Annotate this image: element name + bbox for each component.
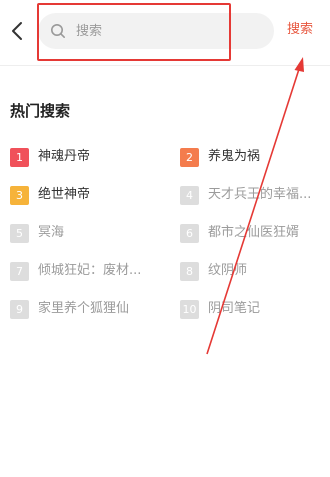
search-box[interactable]: [38, 13, 274, 49]
hot-search-item[interactable]: 7 倾城狂妃：废材...: [10, 260, 141, 282]
back-icon[interactable]: [8, 20, 26, 42]
hot-search-item[interactable]: 2 养鬼为祸: [180, 146, 260, 168]
rank-badge: 10: [180, 299, 199, 319]
hot-search-item[interactable]: 10 阴司笔记: [180, 298, 260, 320]
rank-badge: 8: [180, 261, 199, 281]
hot-search-term: 绝世神帝: [38, 187, 91, 202]
rank-badge: 9: [10, 299, 29, 319]
hot-search-term: 倾城狂妃：废材...: [38, 263, 142, 278]
hot-search-item[interactable]: 1 神魂丹帝: [10, 146, 90, 168]
hot-search-term: 都市之仙医狂婿: [208, 225, 300, 240]
hot-search-title: 热门搜索: [10, 102, 71, 120]
hot-search-item[interactable]: 9 家里养个狐狸仙: [10, 298, 129, 320]
hot-search-term: 神魂丹帝: [38, 149, 91, 164]
hot-search-item[interactable]: 5 冥海: [10, 222, 64, 244]
rank-badge: 7: [10, 261, 29, 281]
hot-search-term: 天才兵王的幸福...: [208, 187, 312, 202]
rank-badge: 4: [180, 185, 199, 205]
hot-search-term: 家里养个狐狸仙: [38, 301, 130, 316]
search-input[interactable]: [76, 19, 256, 43]
rank-badge: 6: [180, 223, 199, 243]
rank-badge: 3: [10, 185, 29, 205]
hot-search-item[interactable]: 4 天才兵王的幸福...: [180, 184, 311, 206]
header-divider: [0, 65, 330, 66]
hot-search-term: 冥海: [38, 225, 65, 240]
hot-search-item[interactable]: 8 纹阴师: [180, 260, 247, 282]
hot-search-item[interactable]: 6 都市之仙医狂婿: [180, 222, 299, 244]
rank-badge: 5: [10, 223, 29, 243]
hot-search-term: 养鬼为祸: [208, 149, 261, 164]
hot-search-item[interactable]: 3 绝世神帝: [10, 184, 90, 206]
hot-search-term: 纹阴师: [208, 263, 248, 278]
hot-search-term: 阴司笔记: [208, 301, 261, 316]
search-icon: [51, 24, 65, 38]
top-bar: 搜索: [0, 0, 330, 64]
rank-badge: 1: [10, 147, 29, 167]
rank-badge: 2: [180, 147, 199, 167]
search-button[interactable]: 搜索: [287, 20, 313, 40]
